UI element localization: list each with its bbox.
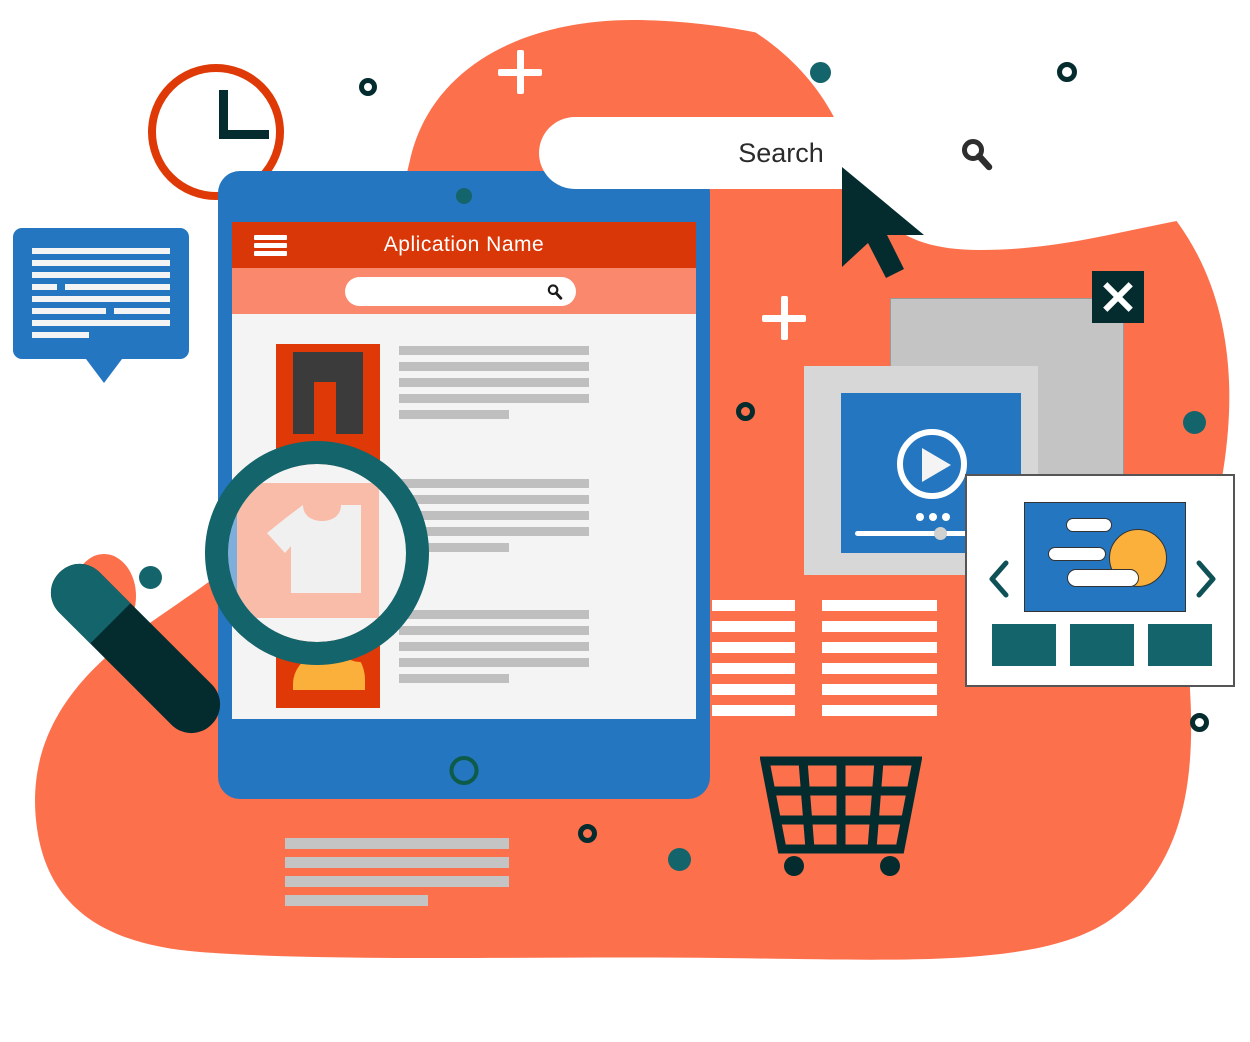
chat-bubble	[13, 228, 189, 359]
carousel-main-slide[interactable]	[1024, 502, 1186, 612]
app-title: Aplication Name	[383, 233, 545, 256]
slide-text-pill-3	[1067, 569, 1139, 587]
text-block-3	[399, 610, 589, 690]
search-icon[interactable]	[959, 137, 993, 171]
clock-minute-hand	[219, 130, 269, 139]
thumbnail-1[interactable]	[992, 624, 1056, 666]
search-icon	[547, 284, 563, 300]
magnifier-ring	[205, 441, 429, 665]
ring-decor-1	[359, 78, 377, 96]
dot-decor-4	[668, 848, 691, 871]
app-search-bar	[232, 268, 696, 314]
loading-dots	[916, 513, 950, 521]
app-bar: Aplication Name	[232, 222, 696, 268]
slide-text-pill-2	[1048, 547, 1106, 561]
image-carousel	[965, 474, 1235, 687]
white-text-list-right	[822, 600, 937, 726]
ring-decor-4	[1190, 713, 1209, 732]
thumbnail-2[interactable]	[1070, 624, 1134, 666]
ring-decor-5	[578, 824, 597, 843]
chevron-right-icon[interactable]	[1195, 560, 1217, 598]
chat-bubble-tail	[83, 355, 125, 383]
thumbnail-3[interactable]	[1148, 624, 1212, 666]
close-x-icon[interactable]	[1092, 271, 1144, 323]
front-camera-dot-icon	[456, 188, 472, 204]
video-progress-thumb[interactable]	[934, 527, 947, 540]
hero-search-label: Search	[738, 138, 824, 168]
chevron-left-icon[interactable]	[988, 560, 1010, 598]
white-text-list-left	[712, 600, 795, 726]
dot-decor-3	[139, 566, 162, 589]
gray-text-list	[285, 838, 511, 914]
home-button[interactable]	[449, 756, 479, 785]
dot-decor-2	[1183, 411, 1206, 434]
play-triangle-icon	[922, 448, 951, 482]
hero-search-bar[interactable]: Search	[539, 117, 1023, 189]
slide-text-pill-1	[1066, 518, 1112, 532]
search-input[interactable]	[345, 277, 576, 306]
ring-decor-3	[736, 402, 755, 421]
plus-decor-2	[762, 296, 806, 340]
carousel-thumbnails	[992, 624, 1212, 666]
camera-lens-slot	[314, 382, 336, 434]
mouse-pointer-icon	[842, 167, 924, 278]
illustration-canvas: Aplication Name Search	[0, 0, 1250, 1042]
shopping-cart-icon[interactable]	[760, 755, 922, 877]
text-block-1	[399, 346, 589, 426]
dot-decor-1	[810, 62, 831, 83]
plus-decor-1	[498, 50, 542, 94]
ring-decor-2	[1057, 62, 1077, 82]
